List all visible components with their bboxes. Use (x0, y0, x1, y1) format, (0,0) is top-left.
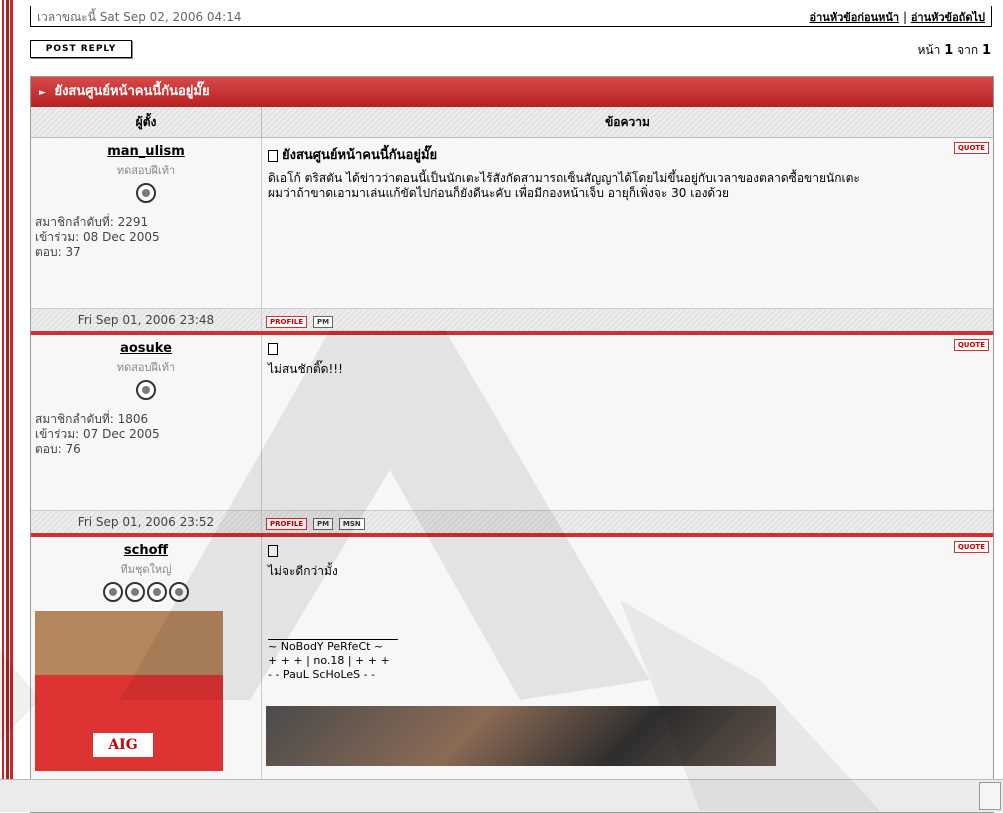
msn-button[interactable]: MSN (338, 518, 365, 530)
pagination: หน้า 1 จาก 1 (918, 41, 991, 60)
signature: ~ NoBodY PeRfeCt ~ + + + | no.18 | + + +… (268, 640, 987, 682)
profile-button[interactable]: PROFILE (266, 316, 308, 328)
member-number: สมาชิกลำดับที่: 1806 (35, 412, 149, 426)
post-date: Fri Sep 01, 2006 23:52 (31, 511, 262, 533)
post-body: ยังสนศูนย์หน้าคนนี้กันอยู่มั๊ย ดิเอโก้ ต… (262, 138, 993, 308)
avatar: AIG (35, 611, 223, 771)
post-action-buttons: PROFILE PM MSN (262, 511, 993, 533)
topic-nav-links: อ่านหัวข้อก่อนหน้า | อ่านหัวข้อถัดไป (810, 8, 985, 26)
nav-separator: | (902, 10, 907, 24)
pm-button[interactable]: PM (312, 518, 334, 530)
quote-button[interactable]: QUOTE (953, 142, 989, 154)
post-icon (268, 149, 278, 162)
post-subject-text: ยังสนศูนย์หน้าคนนี้กันอยู่มั๊ย (282, 148, 438, 163)
post-row: aosuke ทดสอบฝีเท้า สมาชิกลำดับที่: 1806 … (31, 335, 993, 510)
post-text: ไม่จะดีกว่ามั้ง (268, 564, 987, 579)
post-icon (268, 544, 278, 557)
signature-line: ~ NoBodY PeRfeCt ~ (268, 640, 384, 653)
football-icon (169, 582, 189, 602)
signature-line: - - PauL ScHoLeS - - (268, 668, 376, 681)
avatar-sponsor-text: AIG (93, 733, 153, 757)
post-body: ไม่สนชักติ๊ด!!! QUOTE (262, 335, 993, 510)
page-of: จาก (957, 43, 979, 57)
reply-count: ตอบ: 37 (35, 245, 81, 259)
member-number: สมาชิกลำดับที่: 2291 (35, 215, 149, 229)
post-author: aosuke ทดสอบฝีเท้า สมาชิกลำดับที่: 1806 … (31, 335, 262, 510)
prev-topic-link[interactable]: อ่านหัวข้อก่อนหน้า (810, 11, 900, 24)
profile-button[interactable]: PROFILE (266, 518, 308, 530)
football-icon (125, 582, 145, 602)
join-date: เข้าร่วม: 07 Dec 2005 (35, 427, 160, 441)
current-time: เวลาขณะนี้ Sat Sep 02, 2006 04:14 (37, 10, 242, 24)
post-body: ไม่จะดีกว่ามั้ง ~ NoBodY PeRfeCt ~ + + +… (262, 537, 993, 797)
user-rank: ทดสอบฝีเท้า (116, 164, 176, 177)
post-row: man_ulism ทดสอบฝีเท้า สมาชิกลำดับที่: 22… (31, 138, 993, 308)
post-subject: ยังสนศูนย์หน้าคนนี้กันอยู่มั๊ย (268, 144, 987, 165)
left-decoration (0, 0, 17, 811)
header-message: ข้อความ (605, 115, 650, 129)
rank-icons (31, 582, 261, 602)
football-icon (136, 183, 156, 203)
post-footer: Fri Sep 01, 2006 23:48 PROFILE PM (31, 308, 993, 331)
post-subject (268, 543, 987, 558)
post-date: Fri Sep 01, 2006 23:48 (31, 309, 262, 331)
page-total: 1 (981, 43, 991, 58)
quote-button[interactable]: QUOTE (953, 541, 989, 553)
football-icon (103, 582, 123, 602)
username[interactable]: aosuke (31, 341, 261, 356)
pm-button[interactable]: PM (312, 316, 334, 328)
arrow-right-icon: ► (39, 88, 46, 98)
post-text: ไม่สนชักติ๊ด!!! (268, 362, 987, 377)
post-line: ดิเอโก้ ตริสตัน ได้ข่าวว่าตอนนี้เป็นนักเ… (268, 171, 860, 185)
user-stats: สมาชิกลำดับที่: 2291 เข้าร่วม: 08 Dec 20… (35, 215, 261, 260)
table-header: ผู้ตั้ง ข้อความ (31, 107, 993, 138)
header-author: ผู้ตั้ง (31, 107, 262, 137)
topic-table: ► ยังสนศูนย์หน้าคนนี้กันอยู่มั๊ย ผู้ตั้ง… (30, 76, 994, 813)
post-line: ไม่สนชักติ๊ด!!! (268, 362, 343, 376)
user-stats: สมาชิกลำดับที่: 1806 เข้าร่วม: 07 Dec 20… (35, 412, 261, 457)
topic-title[interactable]: ยังสนศูนย์หน้าคนนี้กันอยู่มั๊ย (54, 84, 209, 99)
football-icon (147, 582, 167, 602)
post-line: ไม่จะดีกว่ามั้ง (268, 564, 338, 578)
football-icon (136, 380, 156, 400)
next-topic-link[interactable]: อ่านหัวข้อถัดไป (911, 11, 985, 24)
post-row: schoff ทีมชุดใหญ่ AIG ไม่จะดีกว่ามั้ง ~ … (31, 537, 993, 797)
username[interactable]: schoff (31, 543, 261, 558)
status-bar (0, 779, 1003, 812)
post-footer: Fri Sep 01, 2006 23:52 PROFILE PM MSN (31, 510, 993, 533)
resize-grip[interactable] (979, 782, 1001, 810)
post-line: ผมว่าถ้าขาดเอามาเล่นแก้ขัดไปก่อนก็ยังดีน… (268, 186, 729, 200)
signature-line: + + + | no.18 | + + + (268, 654, 390, 667)
topic-nav-bar: เวลาขณะนี้ Sat Sep 02, 2006 04:14 อ่านหั… (30, 6, 992, 27)
page-prefix: หน้า (917, 43, 941, 57)
post-author: man_ulism ทดสอบฝีเท้า สมาชิกลำดับที่: 22… (31, 138, 262, 308)
user-rank: ทีมชุดใหญ่ (120, 563, 172, 576)
page-current: 1 (944, 43, 954, 58)
post-reply-button[interactable]: POST REPLY (30, 40, 132, 58)
user-rank: ทดสอบฝีเท้า (116, 361, 176, 374)
rank-icons (31, 183, 261, 203)
signature-image (266, 706, 776, 766)
topic-title-bar: ► ยังสนศูนย์หน้าคนนี้กันอยู่มั๊ย (31, 77, 993, 107)
post-icon (268, 342, 278, 355)
reply-count: ตอบ: 76 (35, 442, 81, 456)
post-action-buttons: PROFILE PM (262, 309, 993, 331)
rank-icons (31, 380, 261, 400)
quote-button[interactable]: QUOTE (953, 339, 989, 351)
post-text: ดิเอโก้ ตริสตัน ได้ข่าวว่าตอนนี้เป็นนักเ… (268, 171, 987, 201)
join-date: เข้าร่วม: 08 Dec 2005 (35, 230, 160, 244)
post-author: schoff ทีมชุดใหญ่ AIG (31, 537, 262, 797)
post-subject (268, 341, 987, 356)
username[interactable]: man_ulism (31, 144, 261, 159)
